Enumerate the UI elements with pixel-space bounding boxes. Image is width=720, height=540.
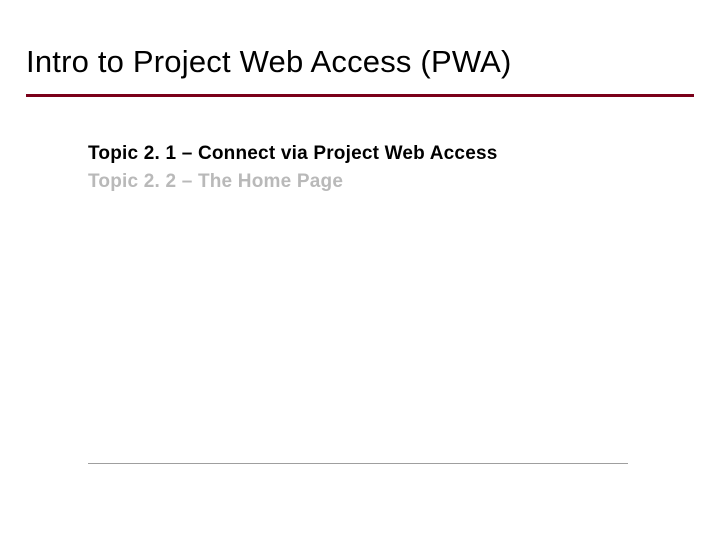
topic-item-inactive: Topic 2. 2 – The Home Page — [88, 168, 660, 196]
title-underline — [26, 94, 694, 97]
slide: Intro to Project Web Access (PWA) Topic … — [0, 0, 720, 540]
topic-item-active: Topic 2. 1 – Connect via Project Web Acc… — [88, 140, 660, 168]
bottom-divider — [88, 463, 628, 464]
slide-title: Intro to Project Web Access (PWA) — [26, 44, 512, 80]
topic-list: Topic 2. 1 – Connect via Project Web Acc… — [88, 140, 660, 195]
